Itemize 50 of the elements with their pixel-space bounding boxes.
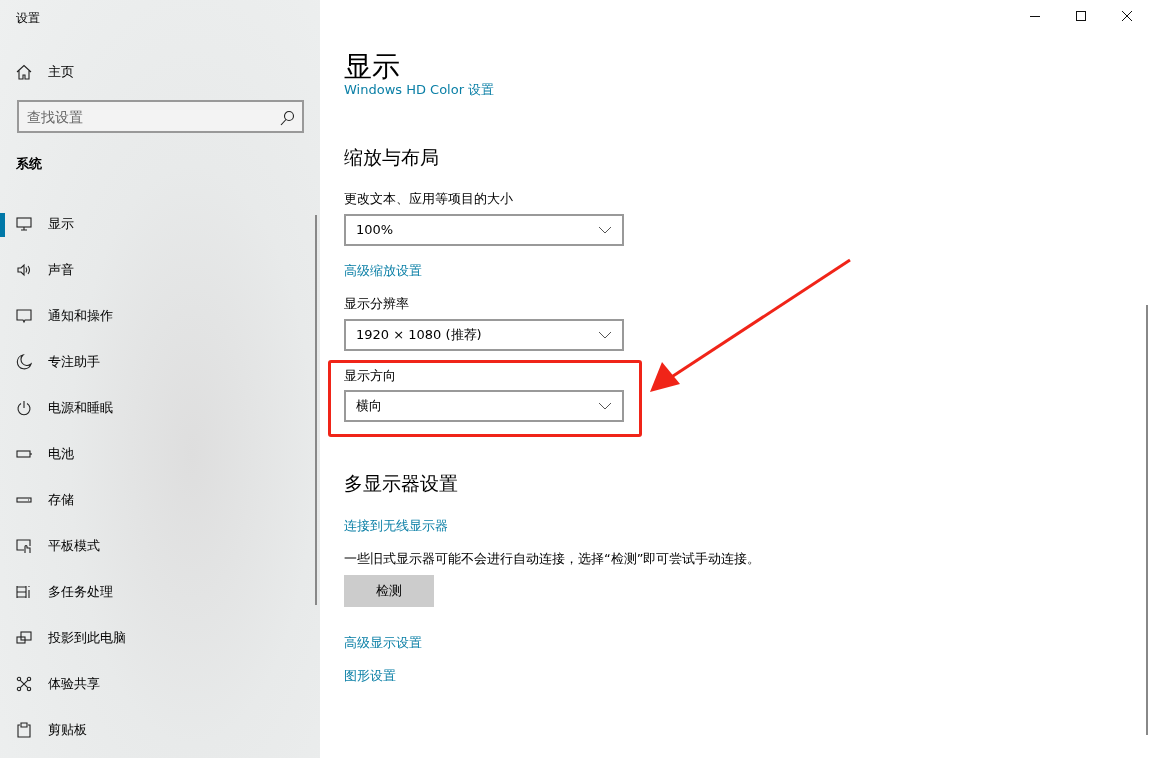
section-heading: 多显示器设置 <box>344 471 459 496</box>
dropdown[interactable]: 横向 <box>344 390 624 422</box>
monitor-icon <box>16 216 32 232</box>
tablet-icon <box>16 538 32 554</box>
field-label: 显示方向 <box>344 366 397 385</box>
sidebar-item[interactable]: 平板模式 <box>0 523 312 569</box>
multitask-icon <box>16 584 32 600</box>
power-icon <box>16 400 32 416</box>
sidebar-item[interactable]: 显示 <box>0 201 312 247</box>
minimize-icon <box>1029 15 1041 17</box>
sidebar-item[interactable]: 声音 <box>0 247 312 293</box>
home-icon <box>16 64 32 80</box>
detect-button[interactable]: 检测 <box>344 574 434 607</box>
sidebar-item[interactable]: 电源和睡眠 <box>0 385 312 431</box>
home-link[interactable]: 主页 <box>0 52 320 92</box>
link[interactable]: 高级缩放设置 <box>344 260 422 280</box>
message-icon <box>16 308 32 324</box>
link[interactable]: 图形设置 <box>344 666 396 686</box>
sidebar-item[interactable]: 多任务处理 <box>0 569 312 615</box>
share-icon <box>16 676 32 692</box>
field-label: 更改文本、应用等项目的大小 <box>344 190 514 208</box>
moon-icon <box>16 354 32 370</box>
maximize-icon <box>1076 11 1086 21</box>
chevron-down-icon <box>598 330 612 339</box>
section-heading: 缩放与布局 <box>344 144 440 170</box>
window-title: 设置 <box>16 11 40 25</box>
sidebar-item[interactable]: 剪贴板 <box>0 707 312 753</box>
search-icon <box>279 110 295 126</box>
speaker-icon <box>16 262 32 278</box>
link[interactable]: 连接到无线显示器 <box>344 515 448 535</box>
description-text: 一些旧式显示器可能不会进行自动连接，选择“检测”即可尝试手动连接。 <box>344 550 762 568</box>
dropdown[interactable]: 1920 × 1080 (推荐) <box>344 318 624 351</box>
sidebar-item[interactable]: 体验共享 <box>0 661 312 707</box>
sidebar-item[interactable]: 存储 <box>0 477 312 523</box>
search-field[interactable]: 查找设置 <box>17 100 304 133</box>
projector-icon <box>16 630 32 646</box>
chevron-down-icon <box>598 402 612 410</box>
link[interactable]: Windows HD Color 设置 <box>344 80 495 100</box>
dropdown[interactable]: 100% <box>344 213 624 246</box>
field-label: 显示分辨率 <box>344 295 410 313</box>
section-title: 系统 <box>16 156 42 171</box>
close-icon <box>1122 11 1132 21</box>
link[interactable]: 高级显示设置 <box>344 632 422 652</box>
sidebar-item[interactable]: 投影到此电脑 <box>0 615 312 661</box>
sidebar-item[interactable]: 通知和操作 <box>0 293 312 339</box>
clipboard-icon <box>16 722 32 738</box>
sidebar-item[interactable]: 电池 <box>0 431 312 477</box>
chevron-down-icon <box>598 225 612 234</box>
sidebar-item[interactable]: 专注助手 <box>0 339 312 385</box>
page-title: 显示 <box>344 50 401 80</box>
